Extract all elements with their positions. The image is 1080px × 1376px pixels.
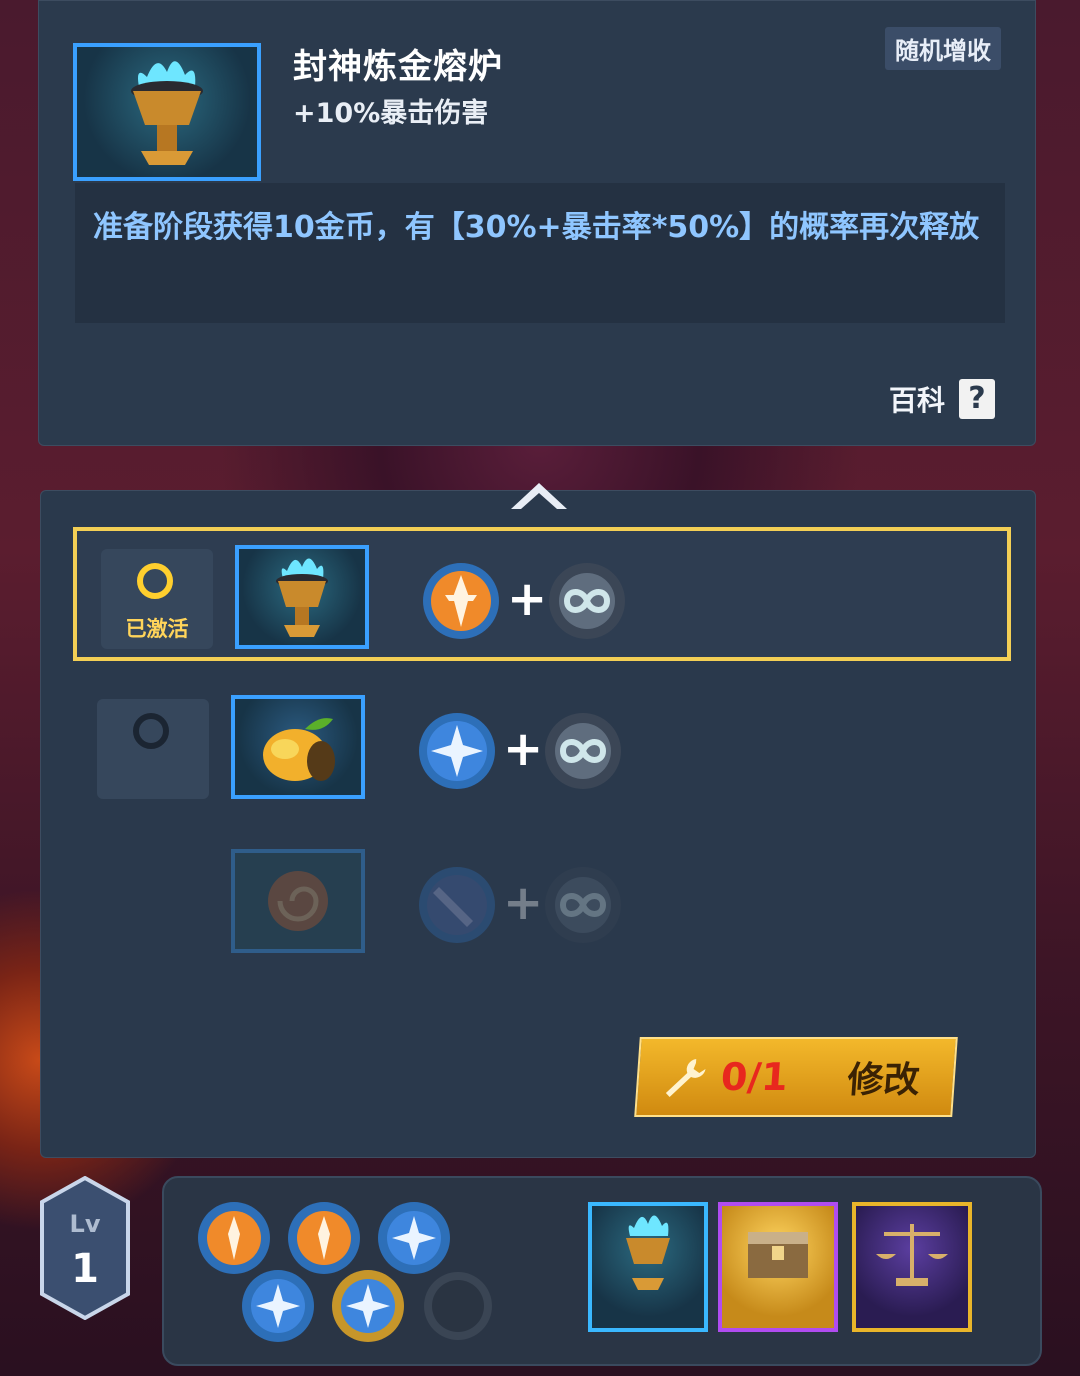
star-gem-gold-icon xyxy=(332,1270,404,1342)
inactive-ring-icon xyxy=(133,713,169,749)
sword-emblem-gem-icon xyxy=(288,1202,360,1274)
chevron-up-icon[interactable] xyxy=(507,477,571,513)
treasure-chest-icon xyxy=(748,1232,808,1278)
plus-sign: + xyxy=(507,571,548,627)
sword-emblem-gem-icon xyxy=(198,1202,270,1274)
star-gem-icon xyxy=(378,1202,450,1274)
augment-row-3[interactable]: + xyxy=(73,835,1011,969)
sword-emblem-gem-icon xyxy=(423,563,499,639)
blue-flame-brazier-icon xyxy=(276,558,328,637)
augment-description: 准备阶段获得10金币，有【30%+暴击率*50%】的概率再次释放 xyxy=(75,183,1005,323)
blue-flame-brazier-icon xyxy=(131,61,203,165)
augment-list-panel: 已激活 + + + 0/1 修改 xyxy=(40,483,1036,1158)
slot-card-chest[interactable] xyxy=(718,1202,838,1332)
level-badge: Lv 1 xyxy=(40,1176,130,1320)
augment-row-1[interactable]: 已激活 + xyxy=(73,527,1011,661)
infinity-gem-icon xyxy=(549,563,625,639)
augment-thumbnail xyxy=(73,43,261,181)
item-frame xyxy=(231,695,365,799)
modify-button[interactable]: 0/1 修改 xyxy=(634,1037,958,1117)
balance-scales-icon xyxy=(876,1224,948,1286)
star-gem-icon xyxy=(242,1270,314,1342)
empty-socket-icon xyxy=(424,1272,492,1340)
star-gem-icon xyxy=(419,713,495,789)
infinity-gem-icon xyxy=(545,867,621,943)
plus-sign: + xyxy=(503,875,544,931)
wiki-button[interactable]: 百科 ? xyxy=(889,379,995,419)
augment-title: 封神炼金熔炉 xyxy=(293,47,503,87)
augment-detail-card: 封神炼金熔炉 +10%暴击伤害 随机增收 准备阶段获得10金币，有【30%+暴击… xyxy=(38,0,1036,446)
augment-row-2[interactable]: + xyxy=(73,681,1011,815)
status-label: 已激活 xyxy=(125,617,189,641)
slot-card-brazier[interactable] xyxy=(588,1202,708,1332)
augment-subtitle: +10%暴击伤害 xyxy=(293,98,489,129)
wrench-icon xyxy=(665,1059,706,1097)
augment-tag: 随机增收 xyxy=(885,27,1001,70)
infinity-gem-icon xyxy=(545,713,621,789)
sword-gem-icon xyxy=(419,867,495,943)
modify-label: 修改 xyxy=(846,1060,921,1101)
level-label: Lv xyxy=(69,1210,101,1238)
blue-flame-brazier-icon xyxy=(626,1215,670,1290)
wiki-label: 百科 xyxy=(888,384,945,417)
question-icon: ? xyxy=(959,379,995,419)
slot-card-scales[interactable] xyxy=(852,1202,972,1332)
item-frame xyxy=(235,545,369,649)
level-value: 1 xyxy=(71,1246,99,1292)
modify-count: 0/1 xyxy=(719,1055,790,1099)
status-badge: 已激活 xyxy=(101,549,213,649)
plus-sign: + xyxy=(503,721,544,777)
ammonite-shell-icon xyxy=(268,871,328,931)
item-frame xyxy=(231,849,365,953)
mango-icon xyxy=(263,718,335,781)
status-badge xyxy=(97,699,209,799)
gem-sockets xyxy=(198,1202,492,1342)
activated-ring-icon xyxy=(137,563,173,599)
